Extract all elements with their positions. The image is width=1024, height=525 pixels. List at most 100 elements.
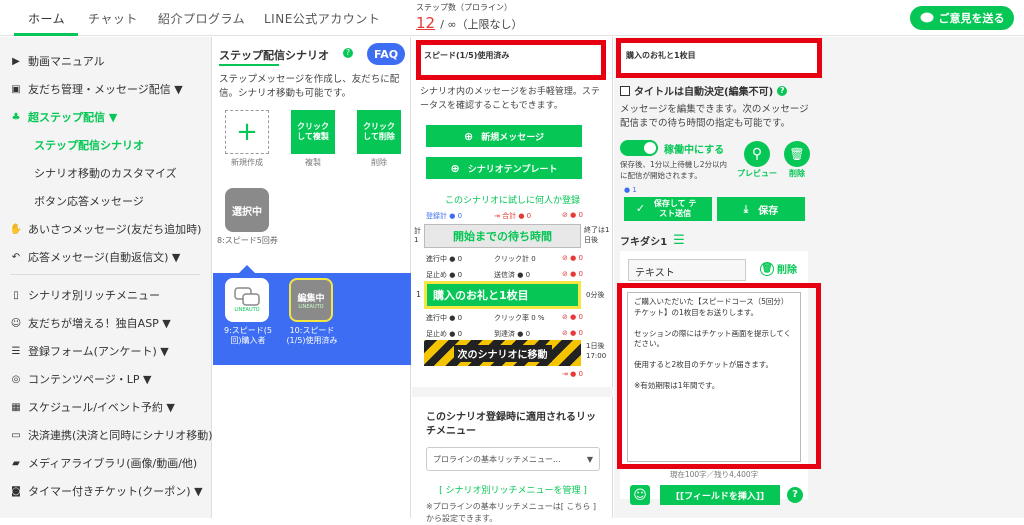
- save-label: 保存: [758, 205, 779, 217]
- active-tab-indicator: [14, 33, 78, 36]
- bubble-label: フキダシ1: [620, 237, 668, 248]
- tab-line-account[interactable]: LINE公式アカウント: [264, 10, 380, 27]
- message-title-value[interactable]: 購入のお礼と1枚目: [626, 50, 696, 61]
- new-message-button[interactable]: ⊕ 新規メッセージ: [426, 125, 582, 147]
- message-body-textarea[interactable]: ご購入いただいた【スピードコース（5回分）チケット】の1枚目をお送りします。 セ…: [627, 292, 801, 462]
- sidebar-item-ticket[interactable]: ◙ タイマー付きチケット(クーポン) ▼: [10, 483, 202, 499]
- wait-time-block[interactable]: 開始までの待ち時間: [424, 224, 581, 248]
- stat-label: 合計: [502, 212, 517, 220]
- template-button[interactable]: ⊕ シナリオテンプレート: [426, 157, 582, 179]
- remove-bubble-button[interactable]: 🗑 削除: [760, 261, 797, 276]
- active-toggle[interactable]: [620, 140, 658, 156]
- stat-stop-2: 足止め ● 0: [426, 330, 463, 338]
- sidebar-item-friends[interactable]: ▣ 友だち管理・メッセージ配信 ▼: [10, 81, 183, 97]
- save-button[interactable]: ⤓ 保存: [717, 197, 805, 221]
- sidebar-item-label: 友だち管理・メッセージ配信 ▼: [28, 83, 183, 96]
- sidebar-item-label: 超ステップ配信 ▼: [28, 111, 118, 124]
- sidebar-subitem-scenario[interactable]: ステップ配信シナリオ: [34, 137, 144, 153]
- emoji-button[interactable]: ☺: [630, 485, 650, 505]
- test-register-link[interactable]: このシナリオに試しに何人か登録: [412, 193, 613, 206]
- editor-panel: 購入のお礼と1枚目 タイトルは自動決定(編集不可) ? メッセージを編集できます…: [614, 37, 1024, 518]
- active-note: 保存後、1分以上待機し2分以内に配信が開始されます。: [620, 160, 728, 180]
- step-count-label: ステップ数（プロライン）: [416, 3, 512, 12]
- selected-tile-caption: 8:スピード5回券: [217, 236, 278, 245]
- delete-scenario-button[interactable]: クリックして削除: [357, 110, 401, 154]
- rich-menu-title: このシナリオ登録時に適用されるリッチメニュー: [426, 412, 596, 437]
- sidebar-item-reply[interactable]: ↶ 応答メッセージ(自動返信文) ▼: [10, 249, 181, 265]
- delete-label: クリックして削除: [363, 122, 395, 141]
- sidebar-item-asp[interactable]: ☺ 友だちが増える！独自ASP ▼: [10, 315, 171, 331]
- trash-icon: 🗑: [789, 147, 805, 161]
- help-icon[interactable]: ?: [777, 85, 788, 96]
- sidebar-item-form[interactable]: ☰ 登録フォーム(アンケート) ▼: [10, 343, 169, 359]
- help-icon[interactable]: ?: [343, 48, 353, 58]
- copy-scenario-button[interactable]: クリックして複製: [291, 110, 335, 154]
- sidebar-subitem-button[interactable]: ボタン応答メッセージ: [34, 193, 144, 209]
- plus-circle-icon: ⊕: [450, 161, 460, 175]
- stat-value: 0: [457, 271, 463, 279]
- stat-value: 0: [457, 330, 463, 338]
- stat-blocked-5: ⊘ ● 0: [562, 329, 583, 337]
- scenario-tile-9[interactable]: LINEAUTO: [225, 278, 269, 322]
- next-timing: 1日後17:00: [586, 342, 607, 360]
- tile-10-caption: 10:スピード(1/5)使用済み: [286, 326, 338, 345]
- tab-home[interactable]: ホーム: [28, 10, 65, 27]
- delete-message-button[interactable]: 🗑: [784, 141, 810, 167]
- stat-value: 0: [578, 329, 583, 337]
- tab-referral[interactable]: 紹介プログラム: [158, 10, 245, 27]
- stat-label: クリック率: [494, 314, 529, 322]
- rich-menu-select[interactable]: プロラインの基本リッチメニュー... ▼: [426, 447, 600, 471]
- copy-label: クリックして複製: [297, 122, 329, 141]
- template-label: シナリオテンプレート: [467, 164, 558, 175]
- tile-9-caption: 9:スピード(5回)購入者: [224, 326, 272, 345]
- faq-button[interactable]: FAQ: [367, 43, 405, 65]
- sidebar: ▶ 動画マニュアル ▣ 友だち管理・メッセージ配信 ▼ ♣ 超ステップ配信 ▼ ステッ…: [0, 37, 225, 518]
- next-scenario-block[interactable]: 次のシナリオに移動: [424, 340, 581, 366]
- feedback-button[interactable]: ご意見を送る: [910, 6, 1014, 30]
- message-type-select[interactable]: テキスト: [628, 259, 746, 281]
- step1-number: 1: [416, 290, 422, 299]
- toggle-knob: [644, 142, 656, 154]
- new-scenario-button[interactable]: +: [225, 110, 269, 154]
- scenario-panel: ステップ配信シナリオ ? FAQ ステップメッセージを作成し、友だちに配信。シナ…: [213, 37, 411, 518]
- sidebar-item-content[interactable]: ◎ コンテンツページ・LP ▼: [10, 371, 152, 387]
- count-value: 1: [632, 186, 637, 194]
- auto-title-label: タイトルは自動決定(編集不可): [634, 87, 774, 98]
- stat-registered: 登録計 ● 0: [426, 212, 463, 220]
- title-underline: [219, 64, 279, 66]
- sidebar-item-media[interactable]: ▰ メディアライブラリ(画像/動画/他): [10, 455, 197, 471]
- sidebar-item-manual[interactable]: ▶ 動画マニュアル: [10, 53, 105, 69]
- help-icon[interactable]: ?: [787, 487, 803, 503]
- top-bar: ホーム チャット 紹介プログラム LINE公式アカウント ステップ数（プロライン…: [0, 0, 1024, 36]
- feedback-label: ご意見を送る: [938, 12, 1005, 25]
- save-test-label: 保存して テスト送信: [653, 199, 697, 218]
- sidebar-item-richmenu[interactable]: ▯ シナリオ別リッチメニュー: [10, 287, 160, 303]
- auto-title-checkbox[interactable]: [620, 85, 630, 96]
- scenario-name-value[interactable]: スピード(1/5)使用済み: [424, 50, 509, 61]
- scenario-tile-10[interactable]: 編集中 LINEAUTO: [289, 278, 333, 322]
- step-count: ステップ数（プロライン） 12 / ∞（上限なし）: [416, 2, 523, 32]
- insert-field-button[interactable]: [[フィールドを挿入]]: [660, 485, 780, 505]
- save-test-button[interactable]: ✓ 保存して テスト送信: [624, 197, 712, 221]
- selected-tile-label: 選択中: [232, 206, 262, 218]
- drag-handle-icon[interactable]: ☰: [673, 233, 685, 248]
- hand-icon: ✋: [9, 223, 23, 235]
- sidebar-item-step[interactable]: ♣ 超ステップ配信 ▼: [10, 109, 118, 125]
- stat-label: 進行中: [426, 314, 447, 322]
- stat-blocked-4: ⊘ ● 0: [562, 313, 583, 321]
- scenario-tile-selected[interactable]: 選択中: [225, 188, 269, 232]
- step-count-current[interactable]: 12: [416, 14, 435, 32]
- sidebar-item-schedule[interactable]: ▦ スケジュール/イベント予約 ▼: [10, 399, 175, 415]
- stat-value: 0: [578, 370, 583, 378]
- preview-button[interactable]: ⚲: [744, 141, 770, 167]
- stat-value: 0 %: [531, 314, 545, 322]
- step1-message-block[interactable]: 購入のお礼と1枚目: [424, 281, 581, 309]
- sidebar-subitem-move[interactable]: シナリオ移動のカスタマイズ: [34, 165, 177, 181]
- sidebar-item-greeting[interactable]: ✋ あいさつメッセージ(友だち追加時): [9, 221, 202, 237]
- stat-next-out: ⇥ ● 0: [562, 370, 583, 378]
- sidebar-item-payment[interactable]: ▭ 決済連携(決済と同時にシナリオ移動) ▼: [10, 427, 224, 443]
- scenario-description: ステップメッセージを作成し、友だちに配信。シナリオ移動も可能です。: [219, 74, 400, 99]
- rich-menu-link[interactable]: [ シナリオ別リッチメニューを管理 ]: [426, 483, 600, 496]
- tab-chat[interactable]: チャット: [88, 10, 138, 27]
- stat-label: 進行中: [426, 255, 447, 263]
